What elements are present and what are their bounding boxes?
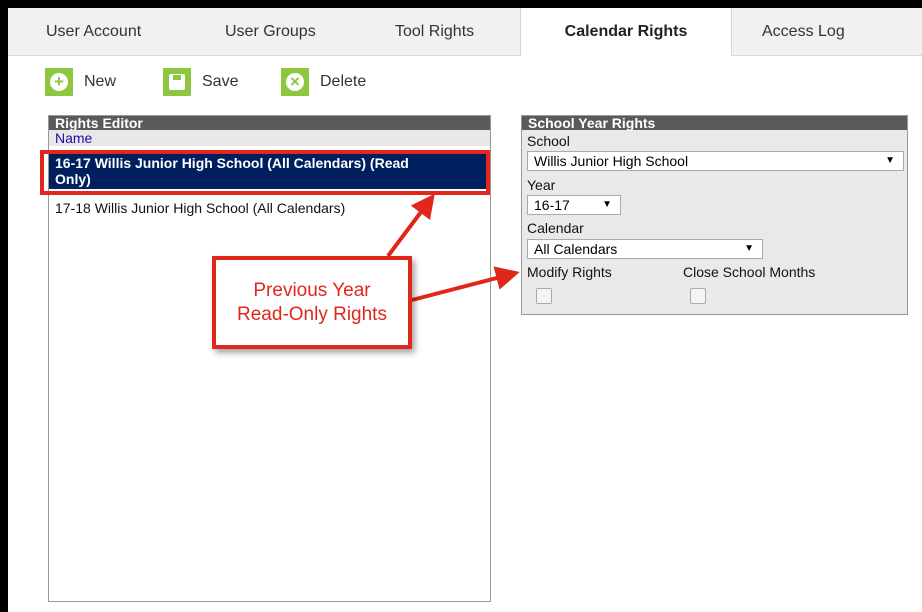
callout-line1: Previous Year	[253, 280, 371, 301]
callout-box: Previous Year Read-Only Rights	[212, 256, 412, 349]
arrow-to-rights-panel	[411, 266, 520, 302]
callout-arrows	[386, 193, 520, 302]
arrow-to-list-item	[386, 193, 435, 258]
callout-line2: Read-Only Rights	[237, 304, 387, 325]
